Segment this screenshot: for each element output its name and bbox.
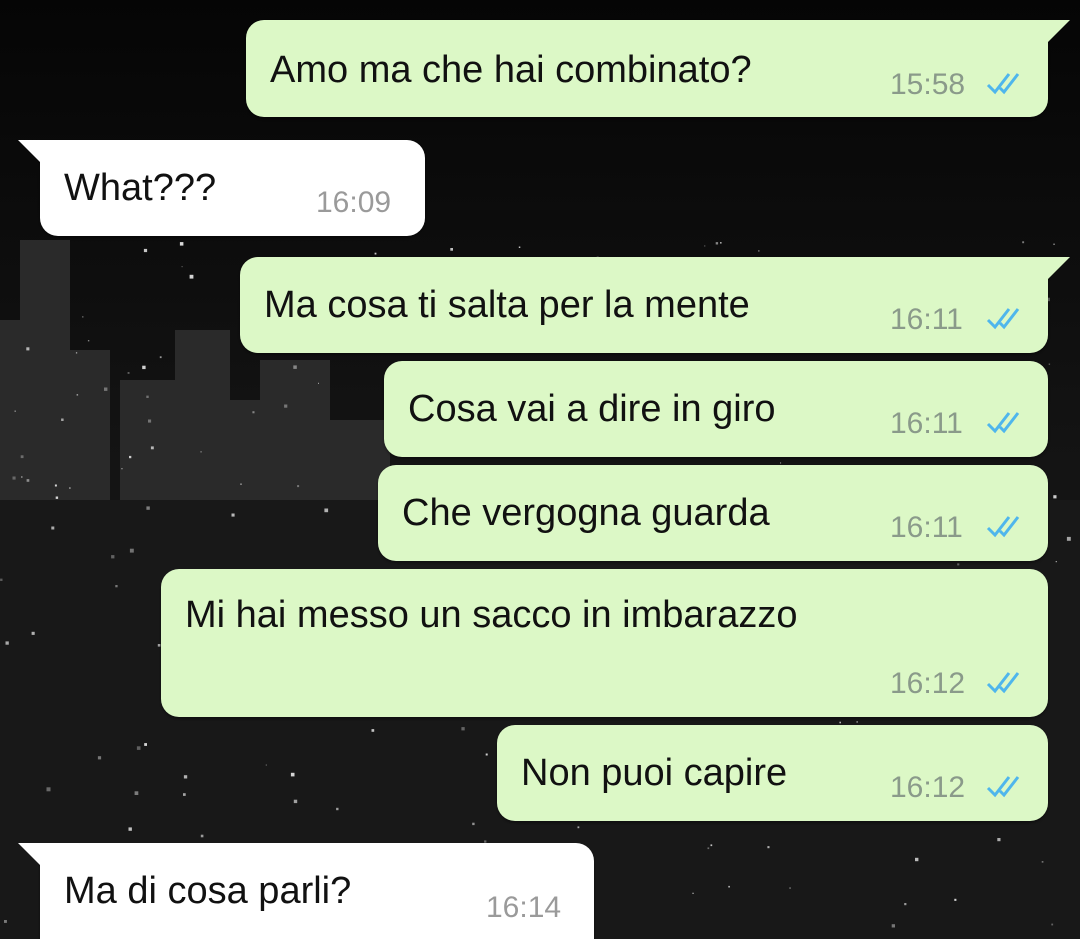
double-check-read-icon xyxy=(986,672,1020,694)
message-text: Cosa vai a dire in giro xyxy=(408,388,776,430)
message-bubble-outgoing[interactable]: Cosa vai a dire in giro 16:11 xyxy=(384,361,1048,457)
message-timestamp: 16:09 xyxy=(316,186,392,219)
double-check-read-icon xyxy=(986,516,1020,538)
message-timestamp: 16:11 xyxy=(890,407,963,440)
message-text: Che vergogna guarda xyxy=(402,492,770,534)
message-timestamp: 16:12 xyxy=(890,667,966,700)
message-text: Ma cosa ti salta per la mente xyxy=(264,284,750,326)
message-bubble-outgoing[interactable]: Ma cosa ti salta per la mente 16:11 xyxy=(240,257,1070,353)
double-check-read-icon xyxy=(986,308,1020,330)
double-check-read-icon xyxy=(986,73,1020,95)
message-timestamp: 15:58 xyxy=(890,68,966,101)
message-text: Amo ma che hai combinato? xyxy=(270,49,752,91)
message-bubble-incoming[interactable]: What??? 16:09 xyxy=(18,140,425,236)
message-timestamp: 16:12 xyxy=(890,771,966,804)
message-text: Ma di cosa parli? xyxy=(64,870,352,912)
message-timestamp: 16:11 xyxy=(890,303,963,336)
message-bubble-incoming[interactable]: Ma di cosa parli? 16:14 xyxy=(18,843,594,939)
double-check-read-icon xyxy=(986,776,1020,798)
message-bubble-outgoing[interactable]: Mi hai messo un sacco in imbarazzo 16:12 xyxy=(161,569,1048,717)
message-text: Non puoi capire xyxy=(521,752,788,794)
double-check-read-icon xyxy=(986,412,1020,434)
message-text: What??? xyxy=(64,167,217,209)
message-timestamp: 16:14 xyxy=(486,891,562,924)
message-text: Mi hai messo un sacco in imbarazzo xyxy=(185,594,798,636)
message-bubble-outgoing[interactable]: Amo ma che hai combinato? 15:58 xyxy=(246,20,1070,117)
message-bubble-outgoing[interactable]: Non puoi capire 16:12 xyxy=(497,725,1048,821)
message-bubble-outgoing[interactable]: Che vergogna guarda 16:11 xyxy=(378,465,1048,561)
message-timestamp: 16:11 xyxy=(890,511,963,544)
